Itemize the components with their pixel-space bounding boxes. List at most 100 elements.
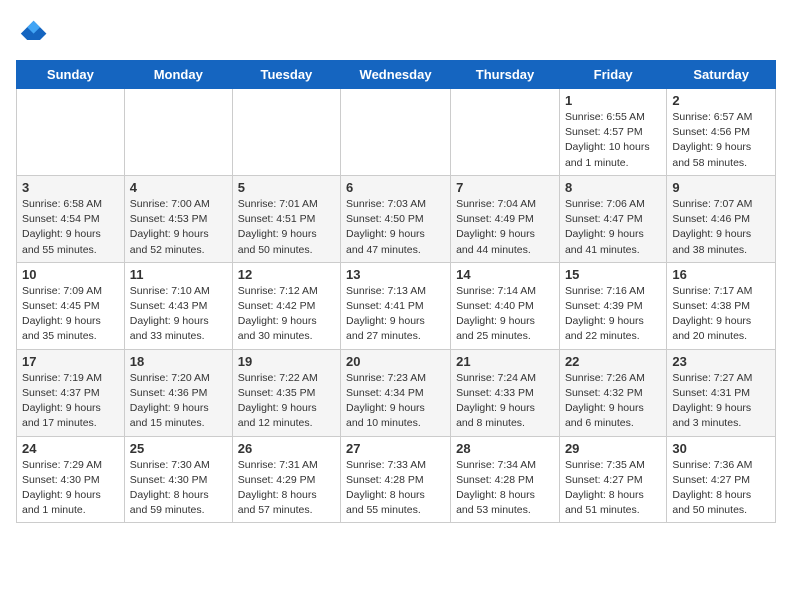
calendar-cell: 17 Sunrise: 7:19 AM Sunset: 4:37 PM Dayli… [17, 349, 125, 436]
calendar-cell [341, 89, 451, 176]
day-number: 22 [565, 354, 661, 369]
day-info: Sunrise: 7:27 AM Sunset: 4:31 PM Dayligh… [672, 371, 770, 432]
day-info: Sunrise: 7:33 AM Sunset: 4:28 PM Dayligh… [346, 458, 445, 519]
calendar-cell: 9Sunrise: 7:07 AM Sunset: 4:46 PM Daylig… [667, 175, 776, 262]
day-number: 2 [672, 93, 770, 108]
logo-icon [16, 16, 48, 48]
day-number: 30 [672, 441, 770, 456]
calendar-cell: 6Sunrise: 7:03 AM Sunset: 4:50 PM Daylig… [341, 175, 451, 262]
day-info: Sunrise: 7:34 AM Sunset: 4:28 PM Dayligh… [456, 458, 554, 519]
logo [16, 16, 52, 48]
day-info: Sunrise: 7:29 AM Sunset: 4:30 PM Dayligh… [22, 458, 119, 519]
calendar-cell [232, 89, 340, 176]
day-info: Sunrise: 7:35 AM Sunset: 4:27 PM Dayligh… [565, 458, 661, 519]
day-info: Sunrise: 7:26 AM Sunset: 4:32 PM Dayligh… [565, 371, 661, 432]
dow-header-monday: Monday [124, 61, 232, 89]
day-info: Sunrise: 7:20 AM Sunset: 4:36 PM Dayligh… [130, 371, 227, 432]
day-number: 29 [565, 441, 661, 456]
calendar-week-3: 10 Sunrise: 7:09 AM Sunset: 4:45 PM Dayli… [17, 262, 776, 349]
day-info: Sunrise: 7:10 AM Sunset: 4:43 PM Dayligh… [130, 284, 227, 345]
calendar-cell: 22 Sunrise: 7:26 AM Sunset: 4:32 PM Dayli… [559, 349, 666, 436]
day-info: Sunrise: 7:00 AM Sunset: 4:53 PM Dayligh… [130, 197, 227, 258]
calendar-cell: 15 Sunrise: 7:16 AM Sunset: 4:39 PM Dayli… [559, 262, 666, 349]
day-info: Sunrise: 7:30 AM Sunset: 4:30 PM Dayligh… [130, 458, 227, 519]
day-info: Sunrise: 7:07 AM Sunset: 4:46 PM Dayligh… [672, 197, 770, 258]
day-info: Sunrise: 7:12 AM Sunset: 4:42 PM Dayligh… [238, 284, 335, 345]
day-number: 11 [130, 267, 227, 282]
day-number: 16 [672, 267, 770, 282]
day-info: Sunrise: 7:17 AM Sunset: 4:38 PM Dayligh… [672, 284, 770, 345]
calendar-cell: 10 Sunrise: 7:09 AM Sunset: 4:45 PM Dayli… [17, 262, 125, 349]
day-number: 4 [130, 180, 227, 195]
calendar-cell [124, 89, 232, 176]
dow-header-tuesday: Tuesday [232, 61, 340, 89]
day-info: Sunrise: 7:14 AM Sunset: 4:40 PM Dayligh… [456, 284, 554, 345]
day-info: Sunrise: 7:09 AM Sunset: 4:45 PM Dayligh… [22, 284, 119, 345]
calendar-cell: 7 Sunrise: 7:04 AM Sunset: 4:49 PM Daylig… [451, 175, 560, 262]
day-number: 21 [456, 354, 554, 369]
day-info: Sunrise: 7:31 AM Sunset: 4:29 PM Dayligh… [238, 458, 335, 519]
day-number: 7 [456, 180, 554, 195]
day-number: 17 [22, 354, 119, 369]
day-number: 1 [565, 93, 661, 108]
day-number: 8 [565, 180, 661, 195]
calendar-cell: 11 Sunrise: 7:10 AM Sunset: 4:43 PM Dayli… [124, 262, 232, 349]
day-info: Sunrise: 7:36 AM Sunset: 4:27 PM Dayligh… [672, 458, 770, 519]
day-number: 28 [456, 441, 554, 456]
calendar-week-5: 24 Sunrise: 7:29 AM Sunset: 4:30 PM Dayli… [17, 436, 776, 523]
dow-header-friday: Friday [559, 61, 666, 89]
dow-header-thursday: Thursday [451, 61, 560, 89]
header [16, 16, 776, 48]
calendar-cell: 2 Sunrise: 6:57 AM Sunset: 4:56 PM Daylig… [667, 89, 776, 176]
day-number: 5 [238, 180, 335, 195]
day-number: 12 [238, 267, 335, 282]
calendar-cell: 1Sunrise: 6:55 AM Sunset: 4:57 PM Daylig… [559, 89, 666, 176]
calendar-cell: 16 Sunrise: 7:17 AM Sunset: 4:38 PM Dayli… [667, 262, 776, 349]
calendar-cell: 21 Sunrise: 7:24 AM Sunset: 4:33 PM Dayli… [451, 349, 560, 436]
calendar-cell: 23Sunrise: 7:27 AM Sunset: 4:31 PM Dayli… [667, 349, 776, 436]
day-info: Sunrise: 7:16 AM Sunset: 4:39 PM Dayligh… [565, 284, 661, 345]
calendar-cell [17, 89, 125, 176]
calendar-cell: 3 Sunrise: 6:58 AM Sunset: 4:54 PM Daylig… [17, 175, 125, 262]
day-info: Sunrise: 7:01 AM Sunset: 4:51 PM Dayligh… [238, 197, 335, 258]
day-number: 14 [456, 267, 554, 282]
calendar-cell: 13 Sunrise: 7:13 AM Sunset: 4:41 PM Dayli… [341, 262, 451, 349]
day-info: Sunrise: 6:58 AM Sunset: 4:54 PM Dayligh… [22, 197, 119, 258]
day-info: Sunrise: 7:04 AM Sunset: 4:49 PM Dayligh… [456, 197, 554, 258]
day-info: Sunrise: 7:23 AM Sunset: 4:34 PM Dayligh… [346, 371, 445, 432]
calendar-week-1: 1Sunrise: 6:55 AM Sunset: 4:57 PM Daylig… [17, 89, 776, 176]
dow-header-saturday: Saturday [667, 61, 776, 89]
day-info: Sunrise: 6:57 AM Sunset: 4:56 PM Dayligh… [672, 110, 770, 171]
day-info: Sunrise: 7:06 AM Sunset: 4:47 PM Dayligh… [565, 197, 661, 258]
day-number: 15 [565, 267, 661, 282]
calendar-cell: 28 Sunrise: 7:34 AM Sunset: 4:28 PM Dayli… [451, 436, 560, 523]
day-number: 18 [130, 354, 227, 369]
calendar-cell: 14 Sunrise: 7:14 AM Sunset: 4:40 PM Dayli… [451, 262, 560, 349]
day-number: 26 [238, 441, 335, 456]
calendar-cell: 20 Sunrise: 7:23 AM Sunset: 4:34 PM Dayli… [341, 349, 451, 436]
day-number: 24 [22, 441, 119, 456]
day-info: Sunrise: 7:24 AM Sunset: 4:33 PM Dayligh… [456, 371, 554, 432]
calendar-cell: 30 Sunrise: 7:36 AM Sunset: 4:27 PM Dayli… [667, 436, 776, 523]
day-number: 13 [346, 267, 445, 282]
day-number: 20 [346, 354, 445, 369]
day-info: Sunrise: 7:19 AM Sunset: 4:37 PM Dayligh… [22, 371, 119, 432]
calendar-cell: 5 Sunrise: 7:01 AM Sunset: 4:51 PM Daylig… [232, 175, 340, 262]
day-info: Sunrise: 7:13 AM Sunset: 4:41 PM Dayligh… [346, 284, 445, 345]
day-number: 10 [22, 267, 119, 282]
calendar-cell [451, 89, 560, 176]
calendar-cell: 18 Sunrise: 7:20 AM Sunset: 4:36 PM Dayli… [124, 349, 232, 436]
dow-header-wednesday: Wednesday [341, 61, 451, 89]
day-number: 27 [346, 441, 445, 456]
day-number: 3 [22, 180, 119, 195]
calendar-cell: 12 Sunrise: 7:12 AM Sunset: 4:42 PM Dayli… [232, 262, 340, 349]
day-info: Sunrise: 7:03 AM Sunset: 4:50 PM Dayligh… [346, 197, 445, 258]
calendar-cell: 25 Sunrise: 7:30 AM Sunset: 4:30 PM Dayli… [124, 436, 232, 523]
dow-header-sunday: Sunday [17, 61, 125, 89]
calendar-week-4: 17 Sunrise: 7:19 AM Sunset: 4:37 PM Dayli… [17, 349, 776, 436]
day-number: 25 [130, 441, 227, 456]
day-info: Sunrise: 7:22 AM Sunset: 4:35 PM Dayligh… [238, 371, 335, 432]
calendar-cell: 19Sunrise: 7:22 AM Sunset: 4:35 PM Dayli… [232, 349, 340, 436]
calendar-cell: 4 Sunrise: 7:00 AM Sunset: 4:53 PM Daylig… [124, 175, 232, 262]
calendar-cell: 8 Sunrise: 7:06 AM Sunset: 4:47 PM Daylig… [559, 175, 666, 262]
